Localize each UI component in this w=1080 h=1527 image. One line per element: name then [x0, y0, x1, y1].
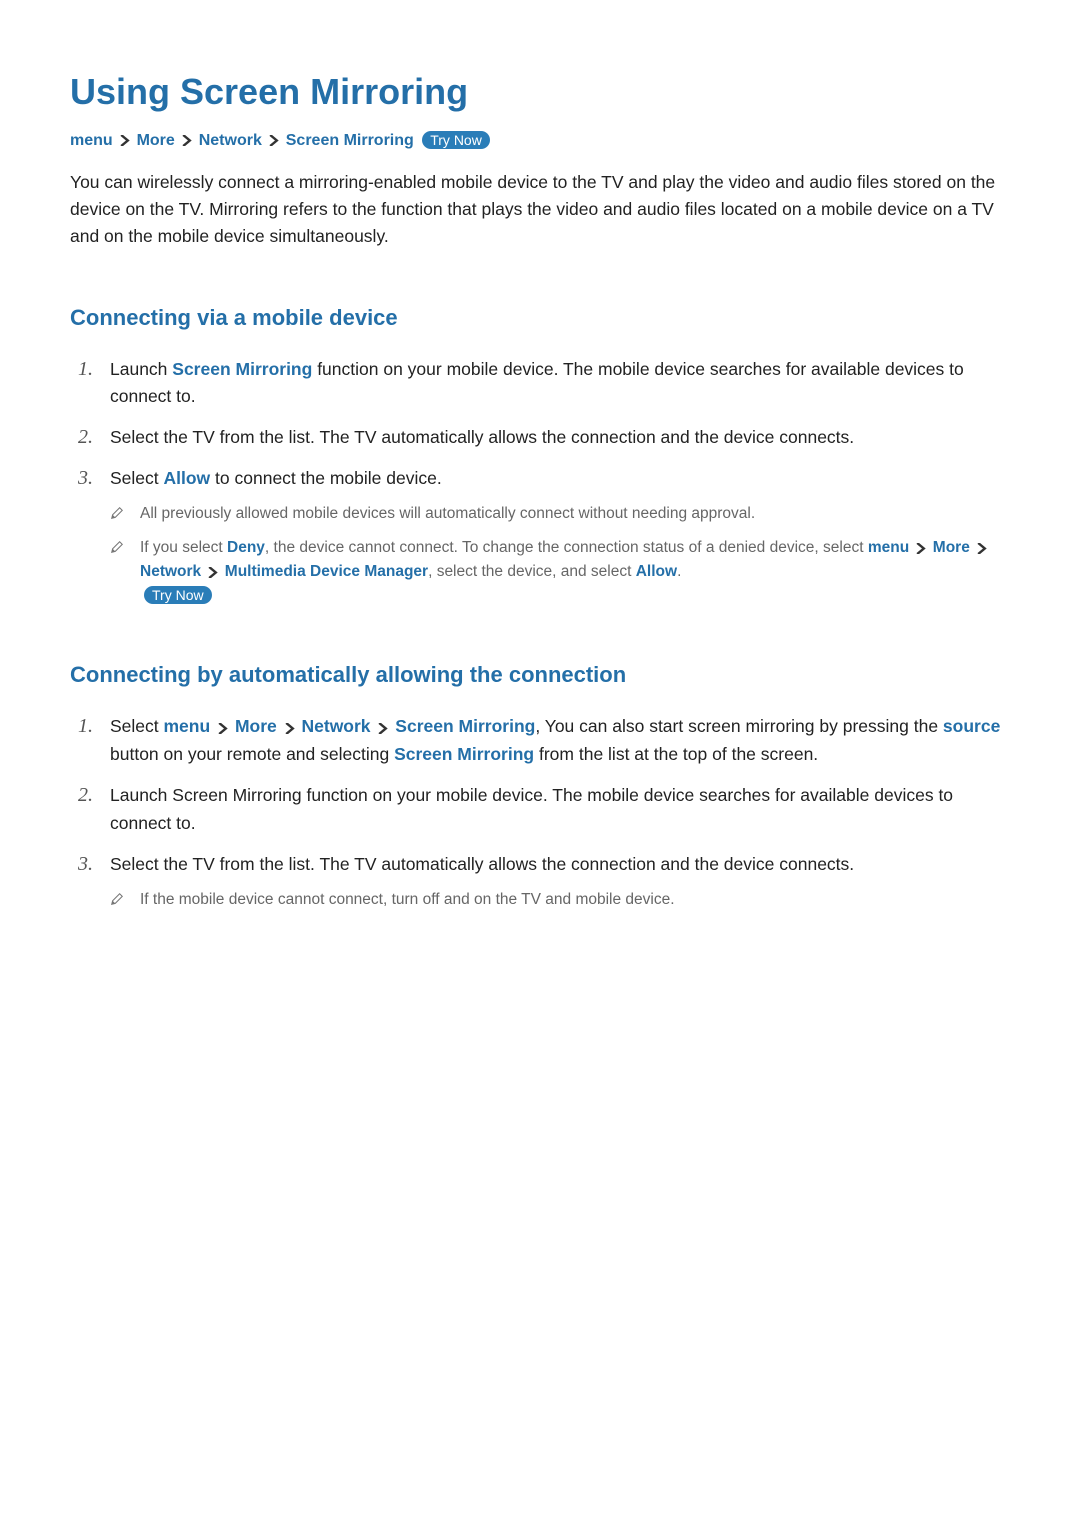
chevron-right-icon — [181, 129, 192, 153]
note-text: , select the device, and select — [428, 563, 636, 580]
keyword-source: source — [943, 716, 1000, 736]
path-menu[interactable]: menu — [868, 539, 909, 556]
page-title: Using Screen Mirroring — [70, 65, 1010, 119]
steps-list-1: 1. Launch Screen Mirroring function on y… — [70, 356, 1010, 609]
try-now-button[interactable]: Try Now — [144, 586, 212, 604]
path-network[interactable]: Network — [140, 563, 201, 580]
list-item: 2. Launch Screen Mirroring function on y… — [70, 782, 1010, 836]
note-text: All previously allowed mobile devices wi… — [140, 505, 755, 522]
list-item: 1. Select menu More Network Screen Mirro… — [70, 713, 1010, 768]
list-item: 3. Select Allow to connect the mobile de… — [70, 465, 1010, 608]
chevron-right-icon — [377, 714, 388, 741]
chevron-right-icon — [268, 129, 279, 153]
intro-text: You can wirelessly connect a mirroring-e… — [70, 169, 1010, 250]
keyword-allow: Allow — [164, 468, 211, 488]
keyword-screen-mirroring: Screen Mirroring — [394, 744, 534, 764]
breadcrumb-screen-mirroring[interactable]: Screen Mirroring — [286, 132, 414, 149]
try-now-button[interactable]: Try Now — [422, 131, 490, 149]
path-more[interactable]: More — [235, 716, 277, 736]
step-number: 3. — [78, 849, 93, 880]
step-number: 1. — [78, 711, 93, 742]
breadcrumb-more[interactable]: More — [137, 132, 175, 149]
keyword-allow: Allow — [636, 563, 677, 580]
steps-list-2: 1. Select menu More Network Screen Mirro… — [70, 713, 1010, 911]
keyword-deny: Deny — [227, 539, 265, 556]
chevron-right-icon — [284, 714, 295, 741]
chevron-right-icon — [976, 536, 987, 560]
note-text: If you select — [140, 539, 227, 556]
chevron-right-icon — [217, 714, 228, 741]
breadcrumb-network[interactable]: Network — [199, 132, 262, 149]
step-number: 2. — [78, 422, 93, 453]
note-text: . — [677, 563, 681, 580]
list-item: 3. Select the TV from the list. The TV a… — [70, 851, 1010, 912]
step-number: 2. — [78, 780, 93, 811]
path-more[interactable]: More — [933, 539, 970, 556]
path-screen-mirroring[interactable]: Screen Mirroring — [395, 716, 535, 736]
breadcrumb: menu More Network Screen Mirroring Try N… — [70, 129, 1010, 153]
note-item: If the mobile device cannot connect, tur… — [110, 888, 1010, 912]
step-number: 3. — [78, 463, 93, 494]
list-item: 1. Launch Screen Mirroring function on y… — [70, 356, 1010, 410]
path-network[interactable]: Network — [302, 716, 371, 736]
note-item: If you select Deny, the device cannot co… — [110, 536, 1010, 608]
step-text: button on your remote and selecting — [110, 744, 394, 764]
section-heading-connecting-mobile: Connecting via a mobile device — [70, 301, 1010, 334]
step-text: Select — [110, 468, 164, 488]
keyword-screen-mirroring: Screen Mirroring — [172, 359, 312, 379]
step-text: Select — [110, 716, 164, 736]
note-text: If the mobile device cannot connect, tur… — [140, 891, 675, 908]
step-text: Select the TV from the list. The TV auto… — [110, 427, 854, 447]
pencil-icon — [110, 538, 124, 562]
pencil-icon — [110, 504, 124, 528]
section-heading-connecting-auto: Connecting by automatically allowing the… — [70, 658, 1010, 691]
step-text: Select the TV from the list. The TV auto… — [110, 854, 854, 874]
note-item: All previously allowed mobile devices wi… — [110, 502, 1010, 526]
chevron-right-icon — [207, 560, 218, 584]
step-text: from the list at the top of the screen. — [534, 744, 818, 764]
chevron-right-icon — [915, 536, 926, 560]
step-number: 1. — [78, 354, 93, 385]
path-multimedia-device-manager[interactable]: Multimedia Device Manager — [225, 563, 428, 580]
note-text: , the device cannot connect. To change t… — [265, 539, 868, 556]
path-menu[interactable]: menu — [164, 716, 211, 736]
pencil-icon — [110, 890, 124, 914]
step-text: Launch — [110, 359, 172, 379]
step-text: to connect the mobile device. — [210, 468, 442, 488]
step-text: Launch Screen Mirroring function on your… — [110, 785, 953, 832]
chevron-right-icon — [119, 129, 130, 153]
list-item: 2. Select the TV from the list. The TV a… — [70, 424, 1010, 451]
breadcrumb-menu[interactable]: menu — [70, 132, 113, 149]
step-text: , You can also start screen mirroring by… — [535, 716, 943, 736]
